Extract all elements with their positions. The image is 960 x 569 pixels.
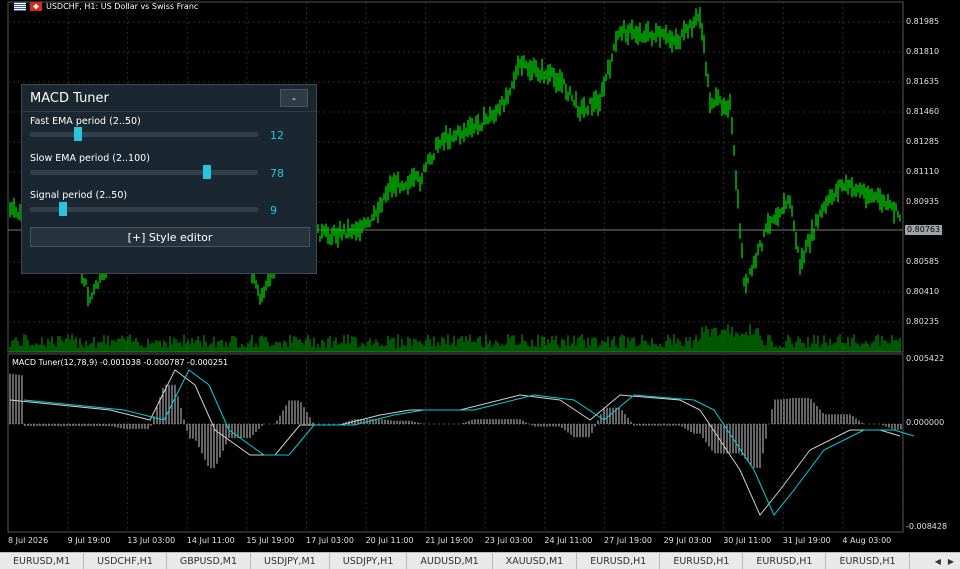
minimize-button[interactable]: - xyxy=(280,89,308,107)
price-tick-label: 0.81285 xyxy=(906,137,940,146)
fast-ema-value: 12 xyxy=(270,129,284,142)
fast-ema-label: Fast EMA period (2..50) xyxy=(30,116,141,127)
chart-tabs: EURUSD,M1 USDCHF,H1 GBPUSD,M1 USDJPY,M1 USDJ… xyxy=(0,552,960,569)
slow-ema-value: 78 xyxy=(270,167,284,180)
price-tick-label: 0.81110 xyxy=(906,167,940,176)
indicator-tick-label: -0.008428 xyxy=(906,522,948,531)
indicator-title: MACD Tuner(12,78,9) -0.001038 -0.000787 … xyxy=(12,358,229,367)
time-tick-label: 13 Jul 03:00 xyxy=(127,536,176,545)
indicator-frame xyxy=(7,353,904,533)
macd-line xyxy=(9,369,901,516)
price-tick-label: 0.81810 xyxy=(906,47,940,56)
slow-ema-slider-block: Slow EMA period (2..100) 78 xyxy=(30,153,310,180)
time-tick-label: 4 Aug 03:00 xyxy=(842,536,892,545)
signal-value: 9 xyxy=(270,204,277,217)
fast-ema-slider-knob[interactable] xyxy=(73,127,82,141)
chart-tab[interactable]: XAUUSD,M1 xyxy=(493,553,578,569)
time-tick-label: 20 Jul 11:00 xyxy=(365,536,414,545)
price-tick-label: 0.81635 xyxy=(906,77,940,86)
current-price-tag: 0.80763 xyxy=(905,225,943,235)
chart-tab[interactable]: GBPUSD,M1 xyxy=(167,553,252,569)
time-tick-label: 23 Jul 03:00 xyxy=(484,536,533,545)
tab-list: EURUSD,M1 USDCHF,H1 GBPUSD,M1 USDJPY,M1 USDJ… xyxy=(0,553,910,569)
chart-tab[interactable]: USDCHF,H1 xyxy=(84,553,167,569)
fast-ema-slider[interactable] xyxy=(30,127,258,141)
signal-slider-knob[interactable] xyxy=(59,202,68,216)
price-tick-label: 0.80585 xyxy=(906,257,940,266)
chart-area[interactable]: USDCHF, H1: US Dollar vs Swiss Franc 0.8… xyxy=(0,0,960,569)
macd-tuner-panel: MACD Tuner - Fast EMA period (2..50) 12 … xyxy=(21,84,317,274)
chart-tab[interactable]: EURUSD,H1 xyxy=(577,553,661,569)
chart-tab[interactable]: EURUSD,M1 xyxy=(0,553,85,569)
slow-ema-slider[interactable] xyxy=(30,165,258,179)
tab-scroll: ◀ ▶ xyxy=(935,553,960,569)
time-tick-label: 24 Jul 11:00 xyxy=(544,536,593,545)
time-tick-label: 14 Jul 11:00 xyxy=(186,536,235,545)
signal-slider-block: Signal period (2..50) 9 xyxy=(30,190,310,217)
indicator-tick-label: 0.005422 xyxy=(906,354,945,363)
panel-title: MACD Tuner xyxy=(30,90,109,106)
slow-ema-slider-knob[interactable] xyxy=(202,165,211,179)
chart-canvas xyxy=(7,1,915,533)
tab-scroll-left-icon[interactable]: ◀ xyxy=(935,557,941,566)
price-tick-label: 0.80235 xyxy=(906,317,940,326)
time-tick-label: 9 Jul 19:00 xyxy=(67,536,111,545)
chart-tab[interactable]: EURUSD,H1 xyxy=(743,553,827,569)
chart-tab[interactable]: AUDUSD,M1 xyxy=(407,553,493,569)
time-tick-label: 29 Jul 03:00 xyxy=(663,536,712,545)
time-tick-label: 30 Jul 11:00 xyxy=(723,536,772,545)
indicator-tick-label: 0.000000 xyxy=(906,418,945,427)
time-tick-label: 15 Jul 19:00 xyxy=(246,536,295,545)
chart-tab[interactable]: EURUSD,H1 xyxy=(826,553,910,569)
fast-ema-slider-block: Fast EMA period (2..50) 12 xyxy=(30,116,310,142)
symbol-flag-icon xyxy=(14,2,26,11)
style-editor-button[interactable]: [+] Style editor xyxy=(30,227,310,247)
signal-label: Signal period (2..50) xyxy=(30,190,128,201)
price-tick-label: 0.81985 xyxy=(906,17,940,26)
price-tick-label: 0.80935 xyxy=(906,197,940,206)
chart-tab[interactable]: USDJPY,H1 xyxy=(330,553,408,569)
price-tick-label: 0.80410 xyxy=(906,287,940,296)
time-tick-label: 31 Jul 19:00 xyxy=(782,536,831,545)
swiss-flag-icon xyxy=(30,2,42,11)
time-tick-label: 8 Jul 2026 xyxy=(8,536,49,545)
time-tick-label: 17 Jul 03:00 xyxy=(306,536,354,545)
tab-scroll-right-icon[interactable]: ▶ xyxy=(948,557,954,566)
signal-line xyxy=(23,369,915,516)
time-tick-label: 21 Jul 19:00 xyxy=(425,536,474,545)
chart-title: USDCHF, H1: US Dollar vs Swiss Franc xyxy=(14,2,198,11)
slow-ema-label: Slow EMA period (2..100) xyxy=(30,153,150,164)
chart-tab[interactable]: EURUSD,H1 xyxy=(660,553,744,569)
chart-tab[interactable]: USDJPY,M1 xyxy=(251,553,330,569)
symbol-title: USDCHF, H1: US Dollar vs Swiss Franc xyxy=(46,2,199,11)
time-tick-label: 27 Jul 19:00 xyxy=(604,536,652,545)
panel-header[interactable]: MACD Tuner - xyxy=(22,85,316,112)
signal-slider[interactable] xyxy=(30,202,258,216)
price-tick-label: 0.81460 xyxy=(906,107,940,116)
